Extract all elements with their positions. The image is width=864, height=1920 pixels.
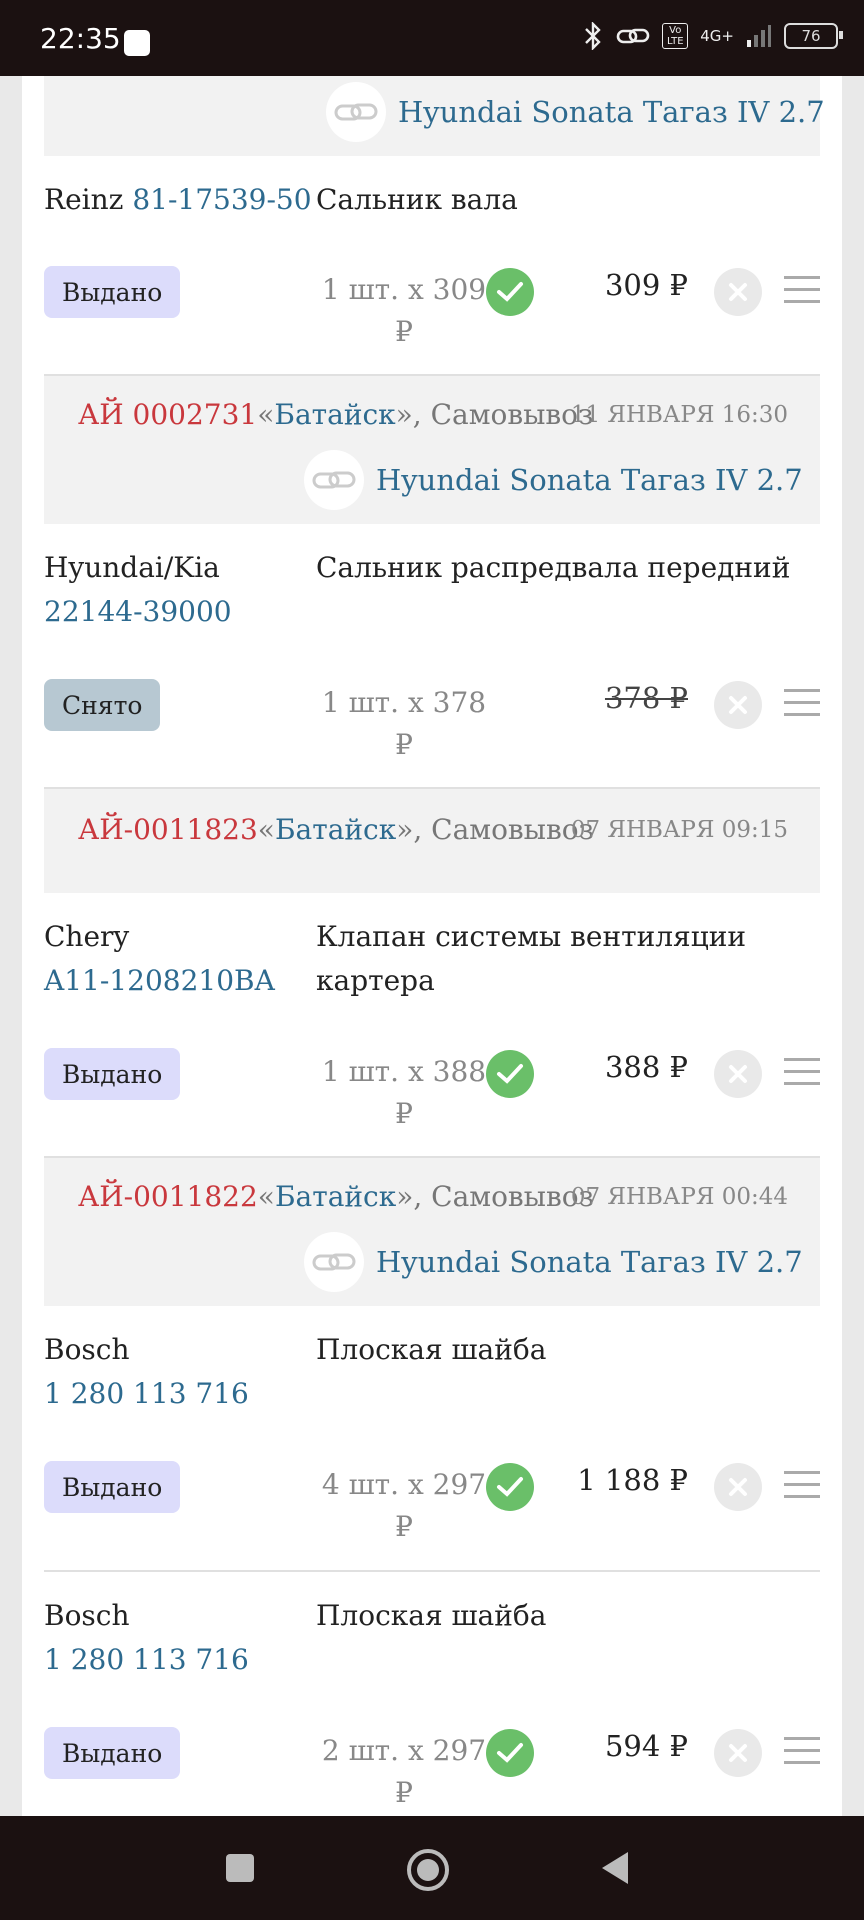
battery-icon: 76 xyxy=(784,23,843,49)
item-quantity: 1 шт. x 309 ₽ xyxy=(321,273,487,348)
item-brand: Chery A11-1208210BA xyxy=(44,920,275,997)
item-article[interactable]: 1 280 113 716 xyxy=(44,1643,249,1676)
status-badge: Выдано xyxy=(44,1461,181,1513)
order-location[interactable]: Батайск xyxy=(275,1180,396,1213)
item-article[interactable]: A11-1208210BA xyxy=(44,964,275,997)
item-quantity: 1 шт. x 388 ₽ xyxy=(321,1055,487,1130)
item-article[interactable]: 22144-39000 xyxy=(44,595,232,628)
item-brand: Bosch 1 280 113 716 xyxy=(44,1599,249,1676)
signal-icon xyxy=(747,25,771,47)
battery-level: 76 xyxy=(801,27,821,45)
check-icon xyxy=(486,268,534,316)
divider xyxy=(44,1570,820,1572)
item-price: 388 ₽ xyxy=(604,1050,688,1084)
order-date: 11 ЯНВАРЯ 16:30 xyxy=(570,402,788,428)
status-icons: Vo LTE 4G+ 76 xyxy=(582,22,843,50)
remove-button[interactable] xyxy=(714,268,762,316)
close-icon xyxy=(729,283,747,301)
status-bar: 22:35 Vo LTE 4G+ 76 xyxy=(0,0,864,76)
item-name: Плоская шайба xyxy=(316,1599,547,1632)
order-number[interactable]: АЙ 0002731 xyxy=(78,398,257,431)
navigation-bar xyxy=(0,1816,864,1920)
status-time: 22:35 xyxy=(40,22,121,55)
menu-icon[interactable] xyxy=(784,1471,820,1499)
order-header: АЙ 0002731«Батайск», Самовывоз 11 ЯНВАРЯ… xyxy=(44,376,820,524)
close-icon xyxy=(729,1065,747,1083)
back-icon[interactable] xyxy=(594,1846,638,1890)
check-icon xyxy=(486,1729,534,1777)
link-chain-icon xyxy=(326,82,386,142)
item-name: Сальник вала xyxy=(316,183,518,216)
item-quantity: 4 шт. x 297 ₽ xyxy=(321,1468,487,1543)
order-number[interactable]: АЙ-0011823 xyxy=(78,813,258,846)
order-info: АЙ 0002731«Батайск», Самовывоз xyxy=(78,398,594,431)
item-price: 1 188 ₽ xyxy=(577,1463,688,1497)
item-price: 594 ₽ xyxy=(604,1729,688,1763)
status-badge: Снято xyxy=(44,679,161,731)
close-icon xyxy=(729,696,747,714)
check-icon xyxy=(486,1050,534,1098)
item-article[interactable]: 81-17539-50 xyxy=(132,183,311,216)
car-link[interactable]: Hyundai Sonata Тагаз IV 2.7 xyxy=(326,82,825,142)
close-icon xyxy=(729,1744,747,1762)
order-header: Hyundai Sonata Тагаз IV 2.7 xyxy=(44,76,825,156)
item-quantity: 2 шт. x 297 ₽ xyxy=(321,1734,487,1809)
order-list: Hyundai Sonata Тагаз IV 2.7 Reinz 81-175… xyxy=(22,76,842,1816)
menu-icon[interactable] xyxy=(784,1737,820,1765)
item-price: 309 ₽ xyxy=(604,268,688,302)
item-price: 378 ₽ xyxy=(604,681,688,715)
link-chain-icon xyxy=(304,450,364,510)
order-info: АЙ-0011823«Батайск», Самовывоз xyxy=(78,813,594,846)
status-badge: Выдано xyxy=(44,1727,181,1779)
recent-apps-icon[interactable] xyxy=(218,1846,262,1890)
menu-icon[interactable] xyxy=(784,276,820,304)
status-badge: Выдано xyxy=(44,266,181,318)
link-icon xyxy=(616,28,650,44)
order-info: АЙ-0011822«Батайск», Самовывоз xyxy=(78,1180,594,1213)
item-brand: Bosch 1 280 113 716 xyxy=(44,1333,249,1410)
item-brand: Hyundai/Kia 22144-39000 xyxy=(44,551,232,628)
remove-button[interactable] xyxy=(714,1463,762,1511)
item-quantity: 1 шт. x 378 ₽ xyxy=(321,686,487,761)
item-article[interactable]: 1 280 113 716 xyxy=(44,1377,249,1410)
item-name: Клапан системы вентиляции картера xyxy=(316,920,747,997)
home-icon[interactable] xyxy=(404,1846,449,1891)
order-number[interactable]: АЙ-0011822 xyxy=(78,1180,258,1213)
car-name[interactable]: Hyundai Sonata Тагаз IV 2.7 xyxy=(398,95,825,129)
status-badge: Выдано xyxy=(44,1048,181,1100)
car-name[interactable]: Hyundai Sonata Тагаз IV 2.7 xyxy=(376,463,803,497)
order-date: 07 ЯНВАРЯ 00:44 xyxy=(570,1184,788,1210)
menu-icon[interactable] xyxy=(784,1058,820,1086)
remove-button[interactable] xyxy=(714,1729,762,1777)
order-location[interactable]: Батайск xyxy=(275,813,396,846)
item-name: Сальник распредвала передний xyxy=(316,551,791,584)
remove-button[interactable] xyxy=(714,681,762,729)
bluetooth-icon xyxy=(585,22,601,50)
order-header: АЙ-0011822«Батайск», Самовывоз 07 ЯНВАРЯ… xyxy=(44,1158,820,1306)
close-icon xyxy=(729,1478,747,1496)
link-chain-icon xyxy=(304,1232,364,1292)
remove-button[interactable] xyxy=(714,1050,762,1098)
item-name: Плоская шайба xyxy=(316,1333,547,1366)
volte-icon: Vo LTE xyxy=(662,23,689,49)
order-date: 07 ЯНВАРЯ 09:15 xyxy=(570,817,788,843)
car-name[interactable]: Hyundai Sonata Тагаз IV 2.7 xyxy=(376,1245,803,1279)
car-link[interactable]: Hyundai Sonata Тагаз IV 2.7 xyxy=(304,450,803,510)
menu-icon[interactable] xyxy=(784,689,820,717)
item-brand: Reinz 81-17539-50 xyxy=(44,183,312,216)
order-header: АЙ-0011823«Батайск», Самовывоз 07 ЯНВАРЯ… xyxy=(44,789,820,893)
order-location[interactable]: Батайск xyxy=(274,398,395,431)
network-type: 4G+ xyxy=(700,27,734,45)
notification-icon xyxy=(124,30,150,56)
check-icon xyxy=(486,1463,534,1511)
car-link[interactable]: Hyundai Sonata Тагаз IV 2.7 xyxy=(304,1232,803,1292)
